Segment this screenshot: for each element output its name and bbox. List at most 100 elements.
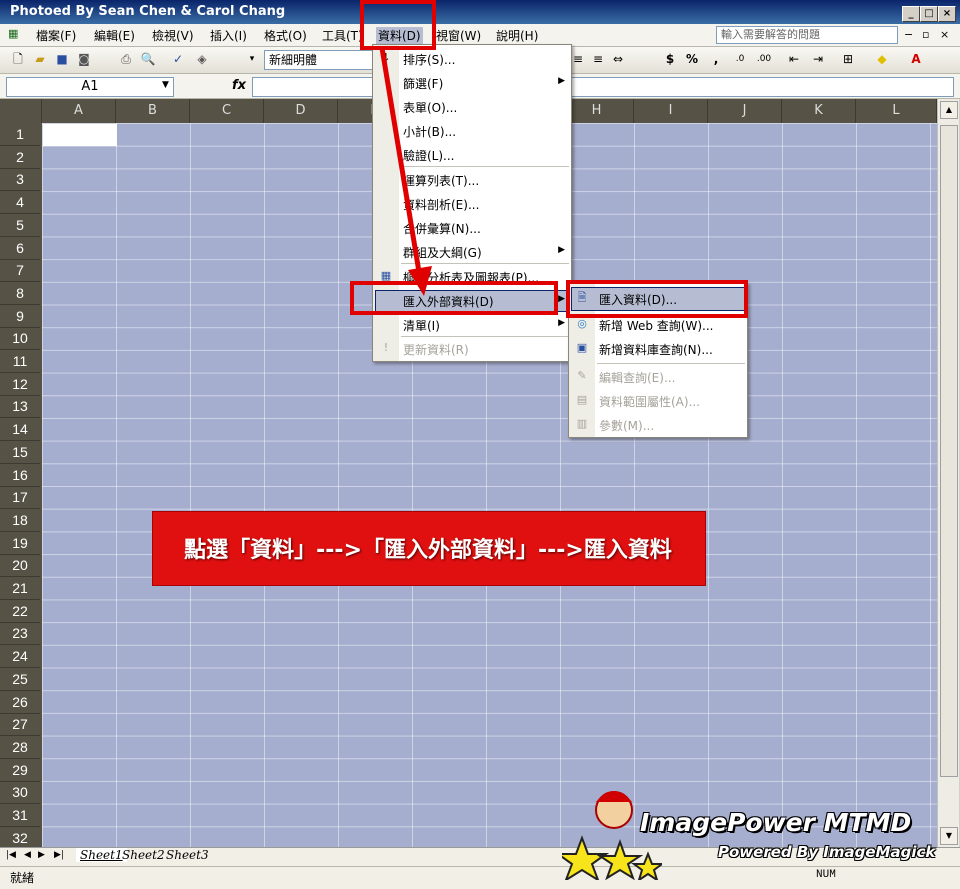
scroll-up-icon[interactable]: ▲ — [940, 101, 958, 119]
column-header[interactable]: C — [190, 99, 264, 123]
menu-view[interactable]: 檢視(V) — [152, 27, 194, 44]
row-header[interactable]: 11 — [0, 350, 40, 373]
vertical-scrollbar[interactable]: ▲ ▼ — [937, 99, 959, 847]
row-header[interactable]: 31 — [0, 804, 40, 827]
menu-edit[interactable]: 編輯(E) — [94, 27, 135, 44]
tab-nav-last-icon[interactable]: ▶| — [54, 850, 64, 860]
namebox-dropdown-icon[interactable]: ▼ — [162, 80, 169, 90]
menu-item-list[interactable]: 清單(I) — [403, 317, 440, 334]
row-header[interactable]: 14 — [0, 418, 40, 442]
align-right-icon[interactable]: ≡ — [590, 51, 606, 67]
row-header[interactable]: 5 — [0, 214, 40, 237]
row-header[interactable]: 17 — [0, 486, 40, 510]
row-header[interactable]: 27 — [0, 713, 40, 737]
doc-close-icon[interactable]: × — [940, 28, 949, 41]
tab-sheet3[interactable]: Sheet3 — [166, 848, 209, 862]
column-header[interactable]: D — [264, 99, 338, 123]
toolbar-options-icon[interactable]: ▾ — [244, 51, 260, 67]
select-all-corner[interactable] — [0, 99, 42, 123]
row-header[interactable]: 15 — [0, 441, 40, 464]
row-header[interactable]: 23 — [0, 622, 40, 646]
row-header[interactable]: 3 — [0, 168, 40, 192]
ask-question-input[interactable]: 輸入需要解答的問題 — [716, 26, 898, 44]
font-name-select[interactable]: 新細明體 — [264, 50, 380, 70]
menu-tools[interactable]: 工具(T) — [322, 27, 363, 44]
name-box[interactable]: A1 — [6, 77, 174, 97]
increase-decimal-icon[interactable]: .0 — [732, 51, 748, 67]
row-header[interactable]: 12 — [0, 373, 40, 396]
scroll-down-icon[interactable]: ▼ — [940, 827, 958, 845]
menu-insert[interactable]: 插入(I) — [210, 27, 247, 44]
menu-item-web-query[interactable]: 新增 Web 查詢(W)... — [599, 317, 713, 334]
increase-indent-icon[interactable]: ⇥ — [810, 51, 826, 67]
row-header[interactable]: 19 — [0, 532, 40, 555]
row-header[interactable]: 30 — [0, 781, 40, 805]
row-header[interactable]: 24 — [0, 645, 40, 669]
print-preview-icon[interactable]: 🔍 — [140, 51, 156, 67]
menu-item-parameters[interactable]: 參數(M)... — [599, 417, 654, 434]
doc-restore-icon[interactable]: ▫ — [922, 28, 929, 41]
decrease-decimal-icon[interactable]: .00 — [756, 51, 772, 67]
row-header[interactable]: 9 — [0, 305, 40, 328]
fill-color-icon[interactable]: ◆ — [874, 51, 890, 67]
doc-minimize-icon[interactable]: − — [904, 28, 913, 41]
row-header[interactable]: 8 — [0, 282, 40, 305]
menu-format[interactable]: 格式(O) — [264, 27, 307, 44]
scroll-thumb[interactable] — [940, 125, 958, 777]
row-header[interactable]: 25 — [0, 668, 40, 691]
tab-nav-prev-icon[interactable]: ◀ — [24, 850, 31, 860]
row-header[interactable]: 7 — [0, 259, 40, 283]
row-header[interactable]: 4 — [0, 191, 40, 215]
decrease-indent-icon[interactable]: ⇤ — [786, 51, 802, 67]
print-icon[interactable]: ⎙ — [118, 51, 134, 67]
column-header[interactable]: A — [42, 99, 116, 123]
row-header[interactable]: 13 — [0, 395, 40, 419]
tab-nav-first-icon[interactable]: |◀ — [6, 850, 16, 860]
font-color-icon[interactable]: A — [908, 51, 924, 67]
row-header[interactable]: 1 — [0, 123, 40, 146]
save-icon[interactable]: ■ — [54, 51, 70, 67]
row-header[interactable]: 10 — [0, 327, 40, 351]
row-header[interactable]: 20 — [0, 554, 40, 578]
column-header[interactable]: J — [708, 99, 782, 123]
comma-icon[interactable]: , — [708, 51, 724, 67]
menu-item-range-properties[interactable]: 資料範圍屬性(A)... — [599, 393, 700, 410]
formula-input[interactable] — [252, 77, 954, 97]
menu-file[interactable]: 檔案(F) — [36, 27, 76, 44]
row-header[interactable]: 29 — [0, 759, 40, 782]
row-header[interactable]: 18 — [0, 509, 40, 532]
excel-doc-icon[interactable]: ▦ — [8, 27, 18, 40]
row-header[interactable]: 26 — [0, 691, 40, 714]
menu-item-database-query[interactable]: 新增資料庫查詢(N)... — [599, 341, 713, 358]
tab-sheet2[interactable]: Sheet2 — [122, 848, 165, 862]
open-icon[interactable]: ▰ — [32, 51, 48, 67]
column-header[interactable]: B — [116, 99, 190, 123]
row-header[interactable]: 6 — [0, 237, 40, 260]
maximize-button[interactable]: □ — [920, 6, 938, 22]
row-header[interactable]: 21 — [0, 577, 40, 600]
column-header[interactable]: K — [782, 99, 856, 123]
currency-icon[interactable]: $ — [662, 51, 678, 67]
close-button[interactable]: × — [938, 6, 956, 22]
menu-window[interactable]: 視窗(W) — [436, 27, 481, 44]
active-cell[interactable] — [43, 124, 117, 146]
spelling-icon[interactable]: ✓ — [170, 51, 186, 67]
permission-icon[interactable]: ◙ — [76, 51, 92, 67]
column-header[interactable]: I — [634, 99, 708, 123]
row-header[interactable]: 16 — [0, 464, 40, 487]
percent-icon[interactable]: % — [684, 51, 700, 67]
menu-help[interactable]: 說明(H) — [496, 27, 538, 44]
tab-sheet1[interactable]: Sheet1 — [76, 848, 127, 862]
borders-icon[interactable]: ⊞ — [840, 51, 856, 67]
minimize-button[interactable]: _ — [902, 6, 920, 22]
merge-center-icon[interactable]: ⇔ — [610, 51, 626, 67]
research-icon[interactable]: ◈ — [194, 51, 210, 67]
row-header[interactable]: 28 — [0, 736, 40, 759]
column-header[interactable]: L — [856, 99, 937, 123]
row-header[interactable]: 22 — [0, 600, 40, 623]
new-icon[interactable]: 🗋 — [10, 51, 26, 67]
row-header[interactable]: 2 — [0, 146, 40, 169]
insert-function-icon[interactable]: fx — [232, 78, 246, 93]
menu-item-edit-query[interactable]: 編輯查詢(E)... — [599, 369, 675, 386]
tab-nav-next-icon[interactable]: ▶ — [38, 850, 45, 860]
